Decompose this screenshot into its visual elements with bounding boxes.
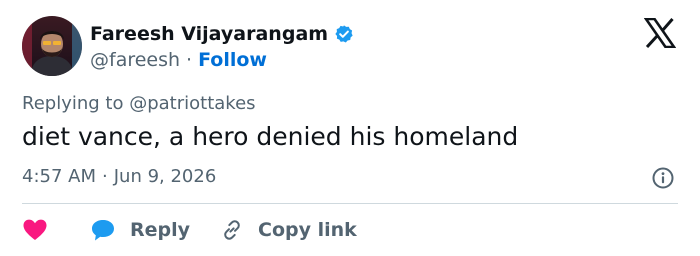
action-bar: Reply Copy link: [22, 215, 357, 245]
info-icon[interactable]: [651, 166, 675, 190]
reply-label: Reply: [130, 219, 191, 241]
replying-to-handle[interactable]: @patriottakes: [129, 93, 255, 114]
tweet-date[interactable]: Jun 9, 2026: [114, 166, 217, 187]
reply-button[interactable]: Reply: [90, 218, 190, 242]
author-handle[interactable]: @fareesh: [90, 49, 180, 71]
verified-badge-icon: [334, 24, 354, 44]
separator: ·: [102, 166, 108, 187]
separator: ·: [186, 49, 193, 71]
follow-button[interactable]: Follow: [198, 49, 267, 71]
author-handle-row: @fareesh · Follow: [90, 48, 267, 72]
author-name-row: Fareesh Vijayarangam: [90, 22, 354, 46]
divider: [22, 203, 678, 204]
x-logo-icon[interactable]: [643, 17, 677, 49]
replying-to: Replying to @patriottakes: [22, 93, 256, 114]
tweet-meta: 4:57 AM · Jun 9, 2026: [22, 166, 216, 187]
avatar[interactable]: [22, 16, 82, 76]
replying-to-prefix: Replying to: [22, 93, 124, 114]
link-icon: [220, 218, 244, 242]
author-display-name[interactable]: Fareesh Vijayarangam: [90, 23, 328, 45]
like-button[interactable]: [22, 218, 48, 242]
tweet-time[interactable]: 4:57 AM: [22, 166, 96, 187]
heart-icon: [22, 218, 48, 242]
tweet-text: diet vance, a hero denied his homeland: [22, 122, 519, 151]
reply-bubble-icon: [90, 218, 116, 242]
copy-link-label: Copy link: [258, 219, 357, 241]
tweet-card: Fareesh Vijayarangam @fareesh · Follow R…: [0, 0, 700, 256]
copy-link-button[interactable]: Copy link: [220, 218, 357, 242]
